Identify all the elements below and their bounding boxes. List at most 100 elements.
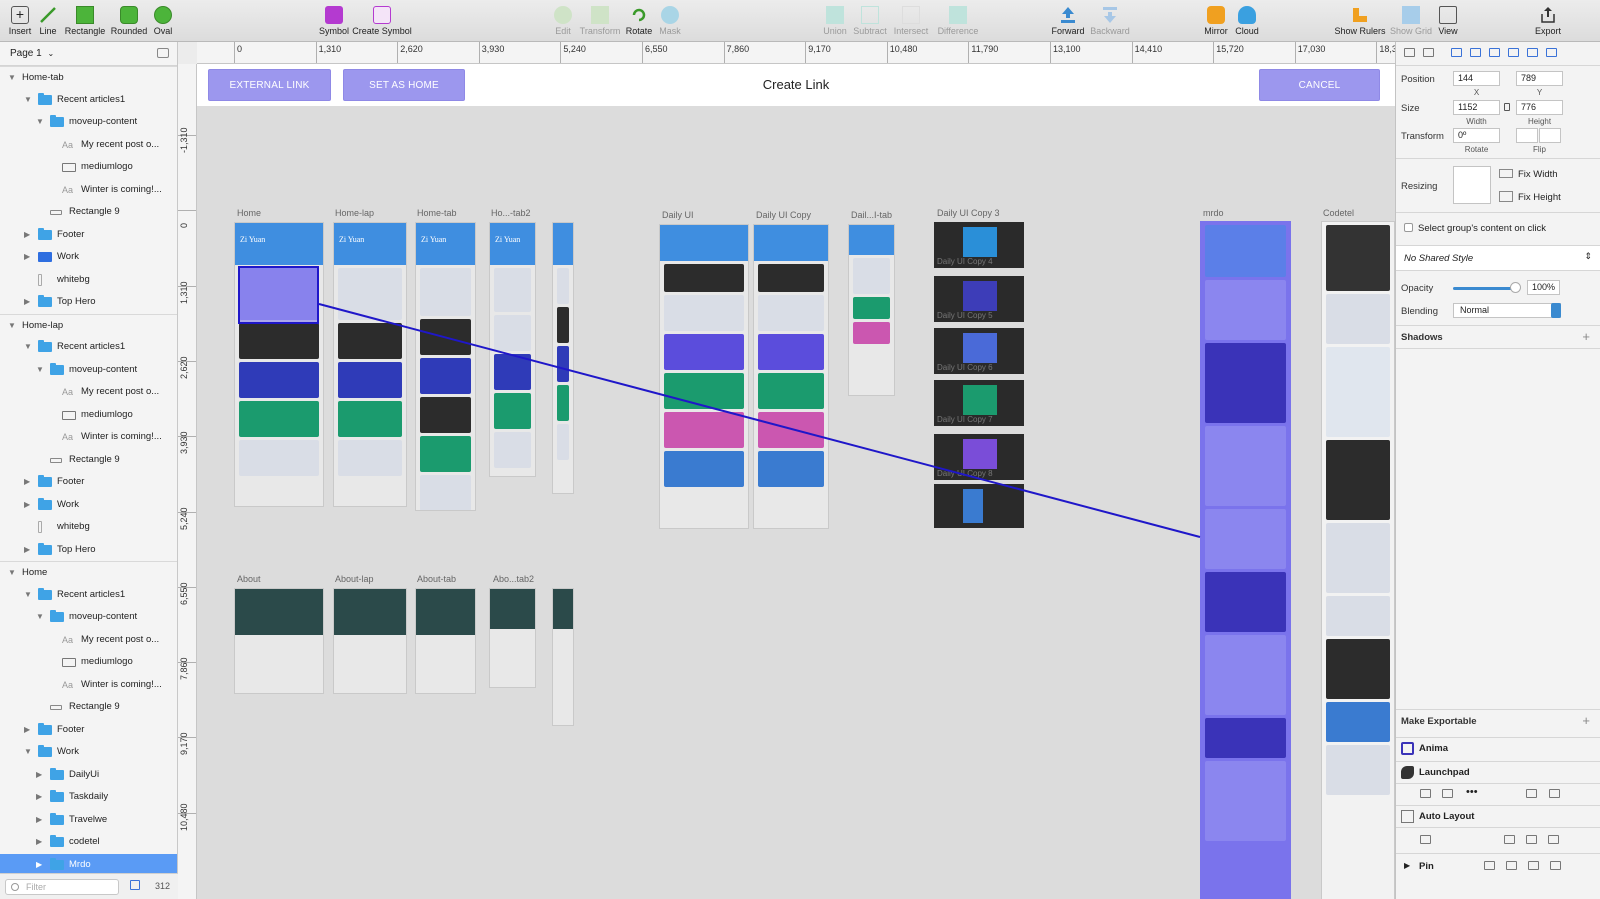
trash-icon[interactable] xyxy=(1550,861,1561,870)
horizontal-ruler[interactable]: 0 1,310 2,620 3,930 5,240 6,550 7,860 9,170 10,4… xyxy=(197,42,1395,64)
disclosure-collapsed-icon[interactable]: ▶ xyxy=(24,246,32,268)
layer-row[interactable]: ▼ moveup-content xyxy=(0,111,177,134)
vertical-ruler[interactable]: -1,310 0 1,310 2,620 3,930 5,240 6,550 7,860 9,1… xyxy=(178,64,197,899)
layer-row[interactable]: mediumlogo xyxy=(0,651,177,674)
more-icon[interactable]: ••• xyxy=(1466,786,1478,798)
disclosure-collapsed-icon[interactable]: ▶ xyxy=(24,471,32,493)
width-input[interactable]: 1152 xyxy=(1453,100,1500,115)
disclosure-expanded-icon[interactable]: ▼ xyxy=(36,111,44,133)
layer-row[interactable]: ▶ Top Hero xyxy=(0,291,177,314)
pin-horizontal-icon[interactable] xyxy=(1528,861,1539,870)
disclosure-collapsed-icon[interactable]: ▶ xyxy=(24,224,32,246)
stack-icon[interactable] xyxy=(1526,835,1537,844)
resizing-widget[interactable] xyxy=(1453,166,1491,204)
page-selector[interactable]: Page 1 ⌄ xyxy=(0,42,177,66)
layer-row[interactable]: Rectangle 9 xyxy=(0,201,177,224)
launchpad-panel[interactable]: Launchpad xyxy=(1396,761,1600,783)
layer-row[interactable]: ▶ Work xyxy=(0,494,177,517)
fix-width-icon[interactable] xyxy=(1499,169,1513,178)
layer-row[interactable]: ▼ Recent articles1 xyxy=(0,336,177,359)
align-left-icon[interactable] xyxy=(1451,48,1462,57)
pencil-icon[interactable] xyxy=(130,880,140,890)
fix-height-icon[interactable] xyxy=(1499,191,1513,202)
disclosure-collapsed-icon[interactable]: ▶ xyxy=(24,494,32,516)
layer-row[interactable]: ▼ Recent articles1 xyxy=(0,89,177,112)
height-input[interactable]: 776 xyxy=(1516,100,1563,115)
position-y-input[interactable]: 789 xyxy=(1516,71,1563,86)
disclosure-collapsed-icon[interactable]: ▶ xyxy=(36,809,44,831)
layer-row[interactable]: Aa My recent post o... xyxy=(0,134,177,157)
layer-row[interactable]: Aa Winter is coming!... xyxy=(0,674,177,697)
cloud-button[interactable]: Cloud xyxy=(1219,6,1275,36)
layer-row[interactable]: ▼ Recent articles1 xyxy=(0,584,177,607)
layer-row[interactable]: ▶ Top Hero xyxy=(0,539,177,562)
disclosure-expanded-icon[interactable]: ▼ xyxy=(24,741,32,763)
layer-row[interactable]: ▼ Home xyxy=(0,561,177,584)
align-bottom-icon[interactable] xyxy=(1546,48,1557,57)
layer-row[interactable]: Rectangle 9 xyxy=(0,696,177,719)
disclosure-expanded-icon[interactable]: ▼ xyxy=(36,606,44,628)
blending-select[interactable]: Normal xyxy=(1453,303,1561,318)
disclosure-collapsed-icon[interactable]: ▶ xyxy=(24,719,32,741)
align-right-icon[interactable] xyxy=(1489,48,1500,57)
cube-icon[interactable] xyxy=(1442,789,1453,798)
add-shadow-icon[interactable]: + xyxy=(1582,329,1590,344)
layer-row[interactable]: ▶ Footer xyxy=(0,719,177,742)
layer-row[interactable]: ▼ moveup-content xyxy=(0,606,177,629)
layer-row[interactable]: whitebg xyxy=(0,269,177,292)
disclosure-collapsed-icon[interactable]: ▶ xyxy=(24,291,32,313)
select-group-checkbox[interactable] xyxy=(1404,223,1413,232)
layer-row[interactable]: ▼ Home-tab xyxy=(0,66,177,89)
disclosure-expanded-icon[interactable]: ▼ xyxy=(24,89,32,111)
position-x-input[interactable]: 144 xyxy=(1453,71,1500,86)
canvas[interactable]: EXTERNAL LINK SET AS HOME Create Link CA… xyxy=(197,64,1395,899)
opacity-slider[interactable] xyxy=(1453,287,1515,290)
mask-button[interactable]: Mask xyxy=(642,6,698,36)
disclosure-collapsed-icon[interactable]: ▶ xyxy=(36,786,44,808)
frame-icon[interactable] xyxy=(1420,835,1431,844)
anima-panel[interactable]: Anima xyxy=(1396,737,1600,759)
auto-layout-panel[interactable]: Auto Layout xyxy=(1396,805,1600,827)
split-icon[interactable] xyxy=(1548,835,1559,844)
align-middle-icon[interactable] xyxy=(1527,48,1538,57)
distribute-h-icon[interactable] xyxy=(1404,48,1415,57)
disclosure-collapsed-icon[interactable]: ▶ xyxy=(24,539,32,561)
layer-row[interactable]: ▶ Footer xyxy=(0,471,177,494)
disclosure-collapsed-icon[interactable]: ▶ xyxy=(36,764,44,786)
pin-center-icon[interactable] xyxy=(1484,861,1495,870)
columns-icon[interactable] xyxy=(1504,835,1515,844)
disclosure-collapsed-icon[interactable]: ▶ xyxy=(36,831,44,853)
pin-panel[interactable]: ▶ Pin xyxy=(1396,853,1600,879)
collapse-pages-icon[interactable] xyxy=(157,48,169,58)
component-icon[interactable] xyxy=(1420,789,1431,798)
layer-row[interactable]: ▶ Footer xyxy=(0,224,177,247)
layer-row[interactable]: ▶ Taskdaily xyxy=(0,786,177,809)
backward-button[interactable]: Backward xyxy=(1082,6,1138,36)
layer-row[interactable]: ▶ codetel xyxy=(0,831,177,854)
disclosure-expanded-icon[interactable]: ▼ xyxy=(8,562,16,583)
layer-row[interactable]: ▼ Work xyxy=(0,741,177,764)
distribute-v-icon[interactable] xyxy=(1423,48,1434,57)
make-exportable-label[interactable]: Make Exportable xyxy=(1401,716,1477,727)
view-button[interactable]: View xyxy=(1420,6,1476,36)
add-export-icon[interactable]: + xyxy=(1582,713,1590,728)
layer-row[interactable]: Aa My recent post o... xyxy=(0,629,177,652)
disclosure-expanded-icon[interactable]: ▼ xyxy=(8,315,16,336)
opacity-slider-knob[interactable] xyxy=(1510,282,1521,293)
launch-icon[interactable] xyxy=(1549,789,1560,798)
filter-input[interactable]: Filter xyxy=(5,879,119,895)
disclosure-expanded-icon[interactable]: ▼ xyxy=(36,359,44,381)
oval-button[interactable]: Oval xyxy=(135,6,191,36)
layer-row[interactable]: Rectangle 9 xyxy=(0,449,177,472)
flip-horizontal-button[interactable] xyxy=(1516,128,1538,143)
export-button[interactable]: Export xyxy=(1520,6,1576,36)
layer-row[interactable]: ▶ Work xyxy=(0,246,177,269)
layer-row[interactable]: ▶ DailyUi xyxy=(0,764,177,787)
layer-row[interactable]: whitebg xyxy=(0,516,177,539)
lock-icon[interactable] xyxy=(1504,103,1510,111)
blending-dropdown-icon[interactable] xyxy=(1551,303,1561,318)
layer-row[interactable]: Aa My recent post o... xyxy=(0,381,177,404)
layer-row[interactable]: mediumlogo xyxy=(0,404,177,427)
create-symbol-button[interactable]: Create Symbol xyxy=(352,6,412,36)
pin-vertical-icon[interactable] xyxy=(1506,861,1517,870)
